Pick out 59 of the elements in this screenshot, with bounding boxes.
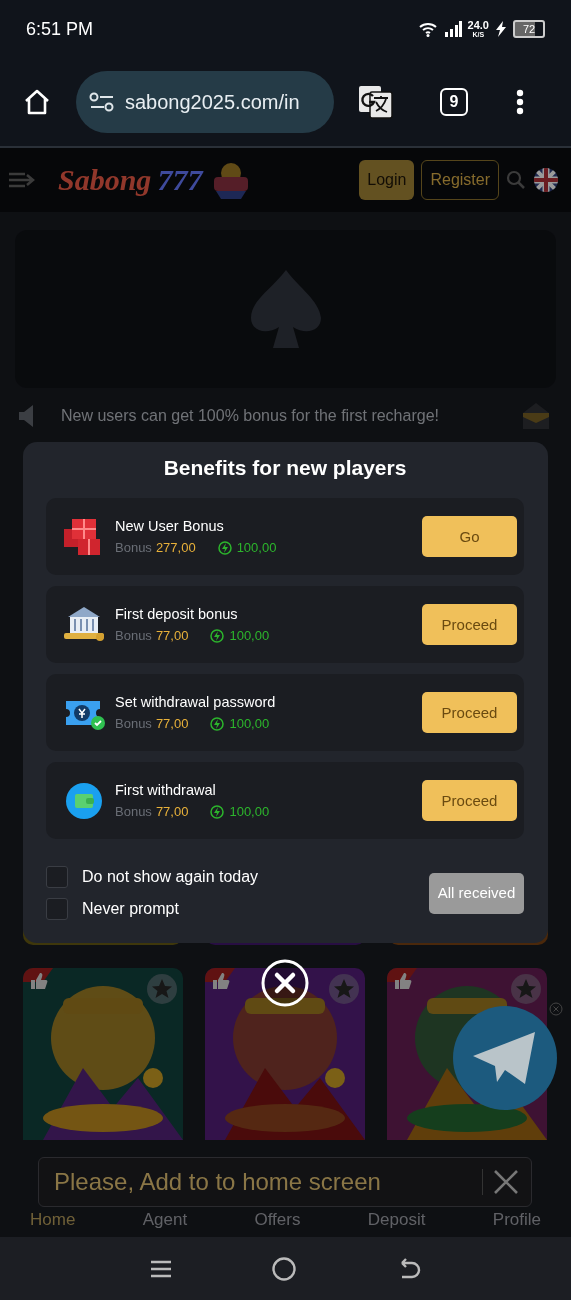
battery-level: 72 [522, 23, 536, 35]
bonus-amount: 77,00 [155, 804, 189, 819]
lightning-icon [217, 540, 232, 555]
reward-amount: 100,00 [236, 540, 277, 555]
checkbox-label: Do not show again today [82, 868, 259, 886]
wifi-icon [417, 21, 438, 37]
nav-item[interactable]: Offers [254, 1210, 301, 1230]
lightning-icon [210, 804, 225, 819]
benefit-title: Set withdrawal password [115, 694, 277, 710]
flag-icon[interactable] [533, 167, 559, 193]
benefit-title: New User Bonus [115, 518, 225, 534]
dialog-title: Benefits for new players [162, 456, 408, 480]
benefit-title: First deposit bonus [115, 606, 239, 622]
bonus-amount: 77,00 [155, 716, 189, 731]
nav-item[interactable]: Home [30, 1210, 76, 1230]
logo-number: 777 [157, 163, 203, 197]
address-bar[interactable]: sabong2025.com/in [76, 71, 334, 133]
checkbox[interactable] [46, 898, 68, 920]
login-button[interactable]: Login [359, 160, 415, 200]
thumbs-up-icon [393, 972, 413, 990]
more-options-icon[interactable] [516, 89, 524, 115]
thumbs-up-icon [29, 972, 49, 990]
network-speed: 24.0 [467, 20, 489, 31]
bonus-label: Bonus [115, 628, 152, 643]
register-button[interactable]: Register [421, 160, 499, 200]
telegram-icon[interactable] [453, 1006, 557, 1110]
nav-item[interactable]: Deposit [367, 1210, 426, 1230]
action-button[interactable]: Proceed [422, 692, 517, 733]
bonus-label: Bonus [115, 716, 152, 731]
lightning-icon [210, 628, 225, 643]
notice-text: New users can get 100% bonus for the first recharge! [61, 407, 440, 425]
translate-icon[interactable] [358, 84, 394, 120]
signal-icon [443, 21, 462, 37]
nav-item[interactable]: Agent [142, 1210, 188, 1230]
bonus-amount: 277,00 [155, 540, 196, 555]
thumbs-up-icon [211, 972, 231, 990]
checkbox[interactable] [46, 866, 68, 888]
bonus-label: Bonus [115, 540, 152, 555]
charging-icon [495, 21, 507, 37]
reward-amount: 100,00 [229, 804, 270, 819]
lightning-icon [210, 716, 225, 731]
benefit-title: First withdrawal [115, 782, 217, 798]
bonus-label: Bonus [115, 804, 152, 819]
action-button[interactable]: Proceed [422, 604, 517, 645]
tab-switcher[interactable]: 9 [440, 88, 468, 116]
action-button[interactable]: Proceed [422, 780, 517, 821]
action-button[interactable]: Go [422, 516, 517, 557]
url-text: sabong2025.com/in [125, 90, 300, 114]
reward-amount: 100,00 [229, 716, 270, 731]
nav-item[interactable]: Profile [492, 1210, 541, 1230]
checkbox-label: Never prompt [82, 900, 179, 918]
reward-amount: 100,00 [229, 628, 270, 643]
site-settings-icon [89, 92, 115, 112]
bonus-amount: 77,00 [155, 628, 189, 643]
install-text: Please, Add to to home screen [54, 1168, 382, 1196]
logo-text: Sabong [58, 163, 152, 197]
recents-icon[interactable] [149, 1258, 174, 1279]
clock-time: 6:51 PM [26, 18, 94, 40]
home-circle-icon[interactable] [271, 1255, 298, 1282]
